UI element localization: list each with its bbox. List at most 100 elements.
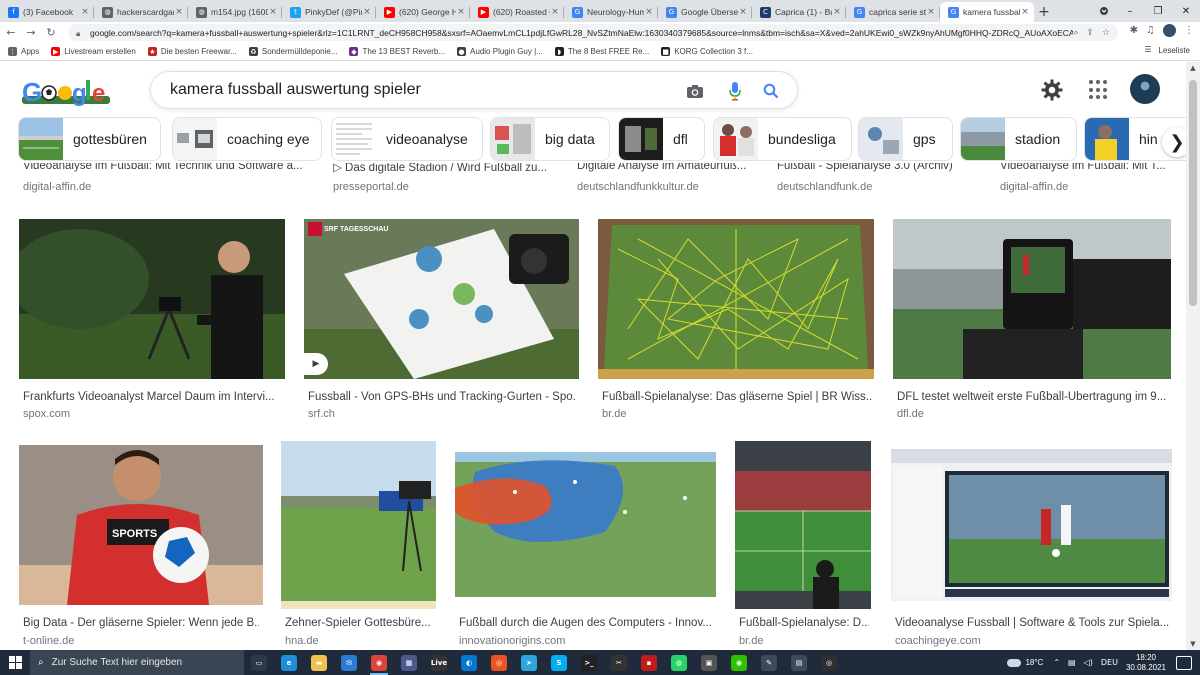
search-icon[interactable] <box>761 81 781 101</box>
result-image-coaching-eye-software[interactable] <box>891 449 1172 601</box>
browser-tab[interactable]: Gkamera fussball × <box>940 2 1034 22</box>
bookmark-star-icon[interactable]: ☆ <box>1102 28 1110 38</box>
result-title[interactable]: Fußball-Spielanalyse: Das gläserne Spiel… <box>602 391 872 403</box>
tab-search-icon[interactable] <box>1096 3 1112 19</box>
result-source[interactable]: srf.ch <box>308 408 563 420</box>
close-tab-icon[interactable]: × <box>362 7 372 17</box>
close-window-icon[interactable]: ✕ <box>1172 0 1200 22</box>
new-tab-button[interactable]: + <box>1034 2 1054 22</box>
scroll-down-icon[interactable]: ▼ <box>1186 638 1200 650</box>
result-image-gps-tracking[interactable]: SRF TAGESSCHAU ▶ <box>304 219 579 379</box>
result-source[interactable]: digital-affin.de <box>1000 181 1170 193</box>
clock[interactable]: 18:20 30.08.2021 <box>1126 653 1166 673</box>
chip-coaching-eye[interactable]: coaching eye <box>172 117 322 161</box>
result-image-big-data-player[interactable]: SPORTS <box>19 445 263 605</box>
result-title[interactable]: Fußball - Spielanalyse 3.0 (Archiv) <box>777 163 977 172</box>
bookmark-item[interactable]: ◗ The 8 Best FREE Re... <box>554 47 649 56</box>
volume-icon[interactable]: ◁) <box>1084 658 1093 667</box>
bookmark-item[interactable]: ★ Die besten Freewar... <box>147 47 237 56</box>
bookmark-item[interactable]: ■ KORG Collection 3 f... <box>661 47 753 56</box>
close-tab-icon[interactable]: × <box>644 7 654 17</box>
close-tab-icon[interactable]: × <box>550 7 560 17</box>
chip-gottesbueren[interactable]: gottesbüren <box>18 117 161 161</box>
result-title[interactable]: Videoanalyse im Fußball: Mit Technik und… <box>23 163 303 172</box>
browser-tab[interactable]: f (3) Facebook × <box>0 2 94 22</box>
taskbar-app-skype[interactable]: S <box>544 650 574 675</box>
result-source[interactable]: br.de <box>739 635 869 647</box>
result-title[interactable]: Fußball-Spielanalyse: D... <box>739 617 869 629</box>
result-image-stadium-analysis[interactable] <box>735 441 871 609</box>
result-source[interactable]: coachingeye.com <box>895 635 1171 647</box>
chip-big-data[interactable]: big data <box>490 117 610 161</box>
result-source[interactable]: deutschlandfunk.de <box>777 181 967 193</box>
language-indicator[interactable]: DEU <box>1101 658 1118 667</box>
result-source[interactable]: deutschlandfunkkultur.de <box>577 181 767 193</box>
profile-avatar-small[interactable] <box>1163 24 1176 37</box>
result-source[interactable]: hna.de <box>285 635 435 647</box>
result-source[interactable]: innovationorigins.com <box>459 635 714 647</box>
share-icon[interactable]: ⇪ <box>1086 28 1094 38</box>
result-source[interactable]: digital-affin.de <box>23 181 223 193</box>
result-title[interactable]: Fussball - Von GPS-BHs und Tracking-Gurt… <box>308 391 576 403</box>
forward-icon[interactable]: → <box>22 24 40 42</box>
account-avatar[interactable] <box>1130 74 1160 104</box>
browser-tab[interactable]: C Caprica (1) - Bu × <box>752 2 846 22</box>
close-tab-icon[interactable]: × <box>832 7 842 17</box>
notification-icon[interactable] <box>1176 655 1192 670</box>
network-icon[interactable]: ▤ <box>1068 658 1076 667</box>
result-title[interactable]: Big Data - Der gläserne Spieler: Wenn je… <box>23 617 259 629</box>
taskbar-app-wechat[interactable]: ◉ <box>724 650 754 675</box>
camera-search-icon[interactable] <box>685 81 705 101</box>
taskbar-app-file-explorer[interactable]: ▬ <box>304 650 334 675</box>
chip-gps[interactable]: gps <box>858 117 953 161</box>
reading-list[interactable]: ☰ Leseliste <box>1144 45 1190 55</box>
minimize-icon[interactable]: – <box>1116 0 1144 22</box>
browser-tab[interactable]: G Google Übersetz× <box>658 2 752 22</box>
close-tab-icon[interactable]: × <box>80 7 90 17</box>
weather-widget[interactable]: 18°C <box>1007 658 1043 667</box>
bookmark-item[interactable]: ♻ Sondermülldeponie... <box>248 47 337 56</box>
taskbar-app-ubuntu[interactable]: ◎ <box>484 650 514 675</box>
result-source[interactable]: spox.com <box>23 408 278 420</box>
taskbar-app-telegram[interactable]: ➤ <box>514 650 544 675</box>
result-title[interactable]: Digitale Analyse im Amateurfuß... <box>577 163 752 172</box>
google-doodle-logo[interactable]: G g e <box>22 76 110 110</box>
start-button[interactable] <box>0 650 30 675</box>
bookmark-item[interactable]: ◆ The 13 BEST Reverb... <box>349 47 445 56</box>
taskbar-app-app-red[interactable]: ▪ <box>634 650 664 675</box>
browser-tab[interactable]: ▶ (620) George H × <box>376 2 470 22</box>
restore-icon[interactable]: ❐ <box>1144 0 1172 22</box>
close-tab-icon[interactable]: × <box>456 7 466 17</box>
bookmark-item[interactable]: ⋮ Apps <box>8 47 39 56</box>
close-tab-icon[interactable]: × <box>1020 7 1030 17</box>
browser-tab[interactable]: G Neurology-Hum × <box>564 2 658 22</box>
zoom-icon[interactable]: ⌕ <box>1073 28 1078 38</box>
browser-tab[interactable]: t PinkyDef (@Pin × <box>282 2 376 22</box>
taskbar-app-terminal[interactable]: >_ <box>574 650 604 675</box>
search-input[interactable] <box>170 81 670 99</box>
scroll-up-icon[interactable]: ▲ <box>1186 62 1200 74</box>
result-title[interactable]: Frankfurts Videoanalyst Marcel Daum im I… <box>23 391 278 403</box>
browser-tab[interactable]: ▶ (620) Roasted C × <box>470 2 564 22</box>
close-tab-icon[interactable]: × <box>926 7 936 17</box>
media-icon[interactable]: ♫ <box>1146 25 1155 36</box>
taskbar-app-edge[interactable]: e <box>274 650 304 675</box>
taskbar-app-whatsapp[interactable]: ◍ <box>664 650 694 675</box>
browser-tab[interactable]: Gcaprica serie sta × <box>846 2 940 22</box>
address-bar[interactable]: 🔒︎ google.com/search?q=kamera+fussball+a… <box>68 24 1118 41</box>
result-source[interactable]: br.de <box>602 408 857 420</box>
taskbar-app-folder[interactable]: ▤ <box>784 650 814 675</box>
taskbar-app-photos[interactable]: ▦ <box>394 650 424 675</box>
result-source[interactable]: t-online.de <box>23 635 259 647</box>
result-title[interactable]: ▷ Das digitale Stadion / Wird Fußball zu… <box>333 163 553 174</box>
chip-bundesliga[interactable]: bundesliga <box>713 117 852 161</box>
result-title[interactable]: Fußball durch die Augen des Computers - … <box>459 617 714 629</box>
taskbar-search[interactable]: ⌕ Zur Suche Text hier eingeben <box>30 650 244 675</box>
taskbar-app-obs[interactable]: ◎ <box>814 650 844 675</box>
close-tab-icon[interactable]: × <box>268 7 278 17</box>
close-tab-icon[interactable]: × <box>738 7 748 17</box>
result-image-videoanalyst[interactable] <box>19 219 285 379</box>
browser-tab[interactable]: ◍ m154.jpg (1600 × <box>188 2 282 22</box>
result-title[interactable]: DFL testet weltweit erste Fußball-Übertr… <box>897 391 1167 403</box>
result-title[interactable]: Zehner-Spieler Gottesbüre... <box>285 617 435 629</box>
